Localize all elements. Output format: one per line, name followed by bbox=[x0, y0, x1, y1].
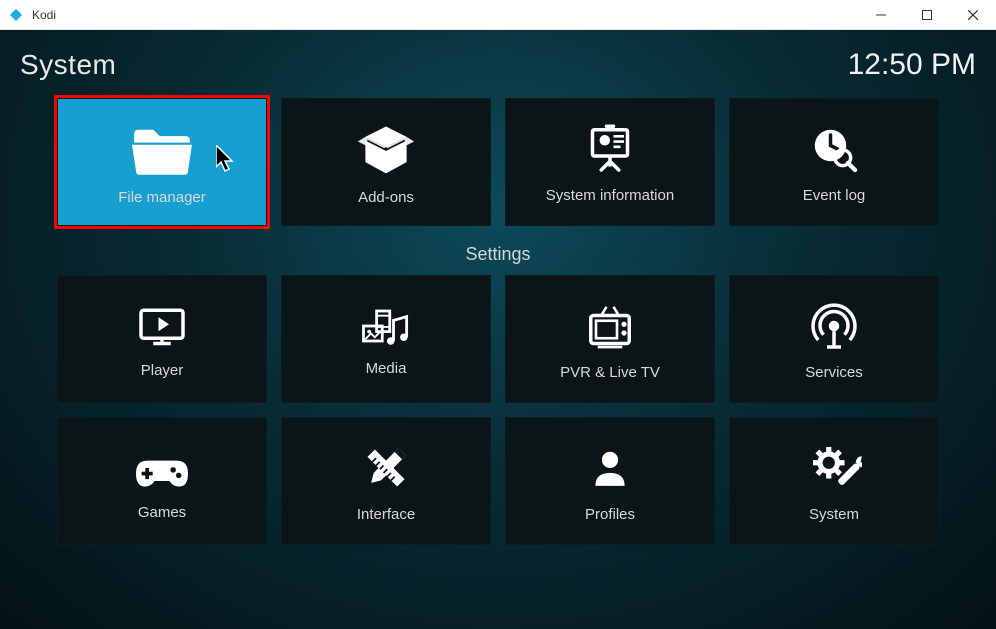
minimize-button[interactable] bbox=[858, 0, 904, 30]
tile-label: Add-ons bbox=[358, 189, 414, 206]
window-controls bbox=[858, 0, 996, 30]
tile-label: File manager bbox=[118, 189, 206, 206]
kodi-logo-icon bbox=[8, 7, 24, 23]
tile-event-log[interactable]: Event log bbox=[729, 98, 939, 226]
tile-file-manager[interactable]: File manager bbox=[57, 98, 267, 226]
tile-label: Media bbox=[366, 360, 407, 377]
tile-label: Event log bbox=[803, 187, 866, 204]
clock-search-icon bbox=[806, 121, 862, 177]
box-open-icon bbox=[356, 119, 416, 179]
tile-interface[interactable]: Interface bbox=[281, 417, 491, 545]
media-mixed-icon bbox=[356, 302, 416, 350]
gear-wrench-icon bbox=[806, 440, 862, 496]
settings-tiles-grid: Player Media PVR & Live TV Services Game bbox=[12, 275, 984, 545]
window-title: Kodi bbox=[32, 8, 56, 22]
maximize-button[interactable] bbox=[904, 0, 950, 30]
tile-label: Interface bbox=[357, 506, 415, 523]
tile-services[interactable]: Services bbox=[729, 275, 939, 403]
tile-profiles[interactable]: Profiles bbox=[505, 417, 715, 545]
tile-system-information[interactable]: System information bbox=[505, 98, 715, 226]
app-header: System 12:50 PM bbox=[12, 40, 984, 92]
tile-label: Profiles bbox=[585, 506, 635, 523]
folder-icon bbox=[126, 119, 198, 179]
presentation-icon bbox=[582, 121, 638, 177]
tile-label: System information bbox=[546, 187, 674, 204]
tile-pvr-live-tv[interactable]: PVR & Live TV bbox=[505, 275, 715, 403]
tile-player[interactable]: Player bbox=[57, 275, 267, 403]
mouse-cursor-icon bbox=[216, 145, 238, 180]
settings-section-title: Settings bbox=[12, 244, 984, 265]
tv-icon bbox=[582, 298, 638, 354]
tile-label: System bbox=[809, 506, 859, 523]
tile-add-ons[interactable]: Add-ons bbox=[281, 98, 491, 226]
tile-label: PVR & Live TV bbox=[560, 364, 660, 381]
tile-system[interactable]: System bbox=[729, 417, 939, 545]
tile-games[interactable]: Games bbox=[57, 417, 267, 545]
clock: 12:50 PM bbox=[848, 48, 976, 82]
top-tiles-grid: File manager Add-ons System information … bbox=[12, 98, 984, 226]
user-icon bbox=[584, 440, 636, 496]
gamepad-icon bbox=[132, 442, 192, 494]
tile-label: Games bbox=[138, 504, 186, 521]
monitor-play-icon bbox=[134, 300, 190, 352]
tile-label: Services bbox=[805, 364, 863, 381]
tile-label: Player bbox=[141, 362, 184, 379]
close-button[interactable] bbox=[950, 0, 996, 30]
page-title: System bbox=[20, 49, 116, 81]
app-content: System 12:50 PM File manager Add-ons Sys… bbox=[0, 30, 996, 629]
broadcast-icon bbox=[806, 298, 862, 354]
window-titlebar: Kodi bbox=[0, 0, 996, 30]
pencil-ruler-icon bbox=[358, 440, 414, 496]
tile-media[interactable]: Media bbox=[281, 275, 491, 403]
